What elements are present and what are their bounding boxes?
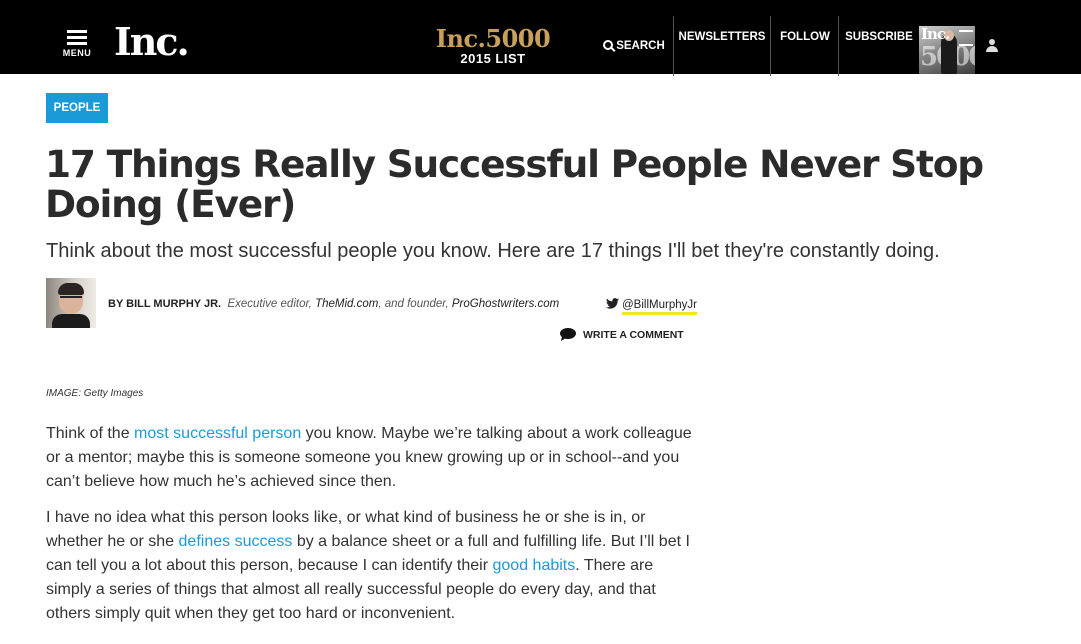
nav-divider [770,16,771,76]
search-label: SEARCH [616,40,665,52]
avatar-hair [58,283,84,295]
magazine-cover-text-lines [959,30,973,46]
nav-divider [838,16,839,76]
search-button[interactable]: SEARCH [603,40,665,52]
paragraph-text: Think of the [46,425,135,442]
write-comment-label: WRITE A COMMENT [583,329,684,341]
user-icon-body [986,46,998,52]
hamburger-icon-bar [67,36,87,39]
write-comment-button[interactable]: WRITE A COMMENT [560,328,684,341]
follow-link[interactable]: FOLLOW [773,0,837,74]
inc5000-promo-link[interactable]: Inc.5000 2015 LIST [430,26,556,66]
inc-logo[interactable]: Inc. [114,22,190,62]
link-good-habits[interactable]: good habits [493,557,576,574]
article-paragraph-2: I have no idea what this person looks li… [46,506,696,626]
menu-button[interactable]: MENU [62,30,92,58]
author-twitter-link[interactable]: @BillMurphyJr [606,298,697,315]
twitter-icon [606,298,619,309]
image-credit: IMAGE: Getty Images [46,388,144,399]
magazine-cover-logo: Inc. [921,26,950,43]
article-dek: Think about the most successful people y… [46,240,940,262]
hamburger-icon-bar [67,42,87,45]
article-paragraph-1: Think of the most successful person you … [46,422,696,494]
user-account-icon[interactable] [985,39,999,53]
author-avatar[interactable] [46,278,96,328]
magazine-cover-thumbnail[interactable]: 5000 Inc. [919,26,975,74]
inc5000-brand: Inc.5000 [435,24,551,53]
author-name[interactable]: BY BILL MURPHY JR. [108,298,221,310]
author-role-middle: , and founder, [378,298,449,310]
subscribe-link[interactable]: SUBSCRIBE [841,0,917,74]
author-outlet-2: ProGhostwriters.com [451,298,560,310]
nav-divider [673,16,674,76]
user-icon-head [989,39,995,45]
menu-label: MENU [62,48,92,58]
link-defines-success[interactable]: defines success [179,533,293,550]
avatar-shirt [52,314,90,328]
link-most-successful-person[interactable]: most successful person [134,425,301,442]
top-nav-bar: MENU Inc. Inc.5000 2015 LIST SEARCH NEWS… [0,0,1081,76]
category-tag[interactable]: PEOPLE [46,93,108,123]
hamburger-icon [67,30,87,33]
author-outlet-1: TheMid.com [315,298,379,310]
twitter-handle: @BillMurphyJr [622,299,697,315]
article-headline: 17 Things Really Successful People Never… [45,142,984,226]
newsletters-link[interactable]: NEWSLETTERS [676,0,768,74]
comment-bubble-icon [560,328,576,341]
search-icon [603,40,614,50]
author-role-prefix: Executive editor, [227,298,312,310]
avatar-glasses [60,296,82,301]
inc5000-year-label: 2015 LIST [460,51,526,66]
